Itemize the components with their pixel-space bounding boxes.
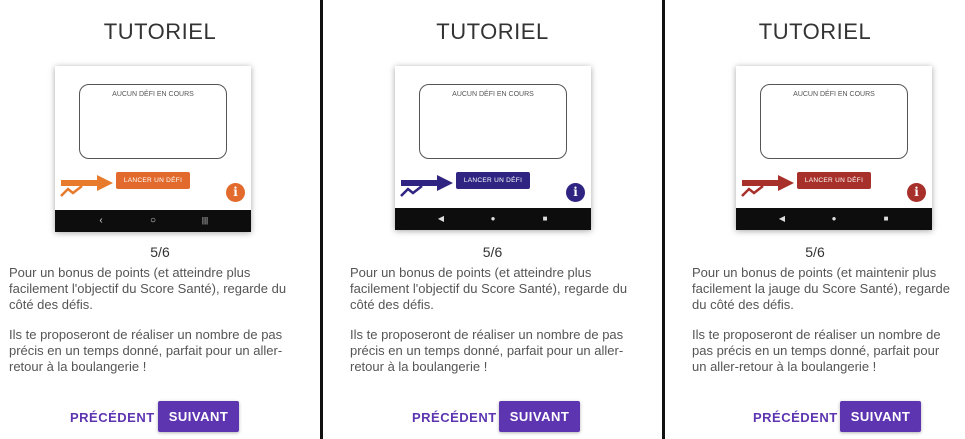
tutorial-panel-blue: TUTORIEL AUCUN DÉFI EN COURS LANCER UN D… (323, 0, 662, 439)
description-paragraph: Ils te proposeront de réaliser un nombre… (692, 327, 941, 374)
challenge-status: AUCUN DÉFI EN COURS (452, 91, 534, 98)
back-icon[interactable]: ‹ (91, 210, 111, 232)
trend-chart-icon (400, 185, 423, 197)
description-paragraph: Pour un bonus de points (et maintenir pl… (692, 265, 950, 312)
page-title: TUTORIEL (758, 19, 872, 44)
info-icon[interactable]: i (226, 183, 245, 202)
home-icon[interactable]: ○ (143, 210, 163, 232)
info-icon[interactable]: i (566, 183, 585, 202)
description-paragraph: Ils te proposeront de réaliser un nombre… (9, 327, 283, 374)
previous-button[interactable]: PRÉCÉDENT (412, 403, 497, 432)
phone-preview: AUCUN DÉFI EN COURS LANCER UN DÉFI i ◀ ●… (736, 66, 932, 230)
next-button[interactable]: SUIVANT (840, 401, 921, 432)
step-indicator: 5/6 (482, 244, 503, 260)
step-indicator: 5/6 (150, 244, 170, 260)
phone-preview: AUCUN DÉFI EN COURS LANCER UN DÉFI i ‹ ○… (55, 66, 251, 232)
challenge-card: AUCUN DÉFI EN COURS (419, 84, 567, 159)
back-icon[interactable]: ◀ (772, 208, 792, 230)
challenge-status: AUCUN DÉFI EN COURS (793, 91, 875, 98)
next-button[interactable]: SUIVANT (158, 401, 239, 432)
recents-icon[interactable]: ■ (876, 208, 896, 230)
back-icon[interactable]: ◀ (431, 208, 451, 230)
page-title: TUTORIEL (436, 19, 549, 44)
trend-chart-icon (741, 185, 764, 197)
info-icon[interactable]: i (907, 183, 926, 202)
recents-icon[interactable]: ||| (195, 210, 215, 232)
previous-button[interactable]: PRÉCÉDENT (753, 403, 838, 432)
challenge-status: AUCUN DÉFI EN COURS (112, 91, 194, 98)
challenge-card: AUCUN DÉFI EN COURS (79, 84, 227, 159)
tutorial-panel-orange: TUTORIEL AUCUN DÉFI EN COURS LANCER UN D… (0, 0, 320, 439)
lancer-defi-button[interactable]: LANCER UN DÉFI (797, 172, 871, 189)
page-title: TUTORIEL (103, 19, 217, 44)
trend-chart-icon (60, 185, 83, 197)
description-paragraph: Ils te proposeront de réaliser un nombre… (350, 327, 624, 374)
previous-button[interactable]: PRÉCÉDENT (70, 403, 155, 432)
lancer-defi-button[interactable]: LANCER UN DÉFI (116, 172, 190, 189)
description-paragraph: Pour un bonus de points (et atteindre pl… (350, 265, 628, 312)
android-navbar: ‹ ○ ||| (55, 210, 251, 232)
android-navbar: ◀ ● ■ (736, 208, 932, 230)
phone-preview: AUCUN DÉFI EN COURS LANCER UN DÉFI i ◀ ●… (395, 66, 591, 230)
tutorial-panel-red: TUTORIEL AUCUN DÉFI EN COURS LANCER UN D… (665, 0, 965, 439)
home-icon[interactable]: ● (824, 208, 844, 230)
next-button[interactable]: SUIVANT (499, 401, 580, 432)
step-indicator: 5/6 (805, 244, 825, 260)
description-paragraph: Pour un bonus de points (et atteindre pl… (9, 265, 287, 312)
home-icon[interactable]: ● (483, 208, 503, 230)
challenge-card: AUCUN DÉFI EN COURS (760, 84, 908, 159)
recents-icon[interactable]: ■ (535, 208, 555, 230)
android-navbar: ◀ ● ■ (395, 208, 591, 230)
lancer-defi-button[interactable]: LANCER UN DÉFI (456, 172, 530, 189)
